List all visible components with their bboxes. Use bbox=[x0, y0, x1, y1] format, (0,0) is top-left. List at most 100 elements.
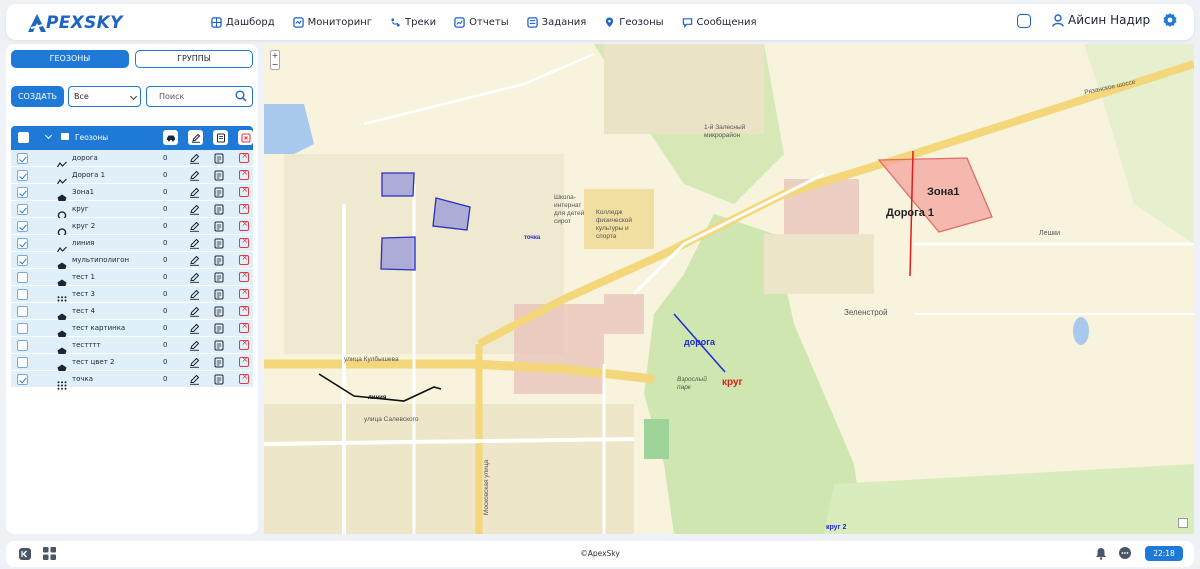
edit-pencil-icon[interactable] bbox=[189, 357, 200, 368]
geozone-row[interactable]: Зона1 0 bbox=[11, 184, 253, 203]
map-corner-button[interactable] bbox=[1178, 518, 1188, 528]
chat-bubble-icon[interactable] bbox=[1017, 10, 1031, 28]
document-icon[interactable] bbox=[214, 374, 224, 385]
nav-messages[interactable]: Сообщения bbox=[682, 17, 757, 28]
edit-pencil-icon[interactable] bbox=[189, 306, 200, 317]
apexsky-logo[interactable]: PEXSKY bbox=[26, 12, 123, 34]
geozone-checkbox[interactable] bbox=[17, 187, 28, 198]
edit-pencil-icon[interactable] bbox=[189, 374, 200, 385]
edit-pencil-icon[interactable] bbox=[189, 255, 200, 266]
filter-select[interactable]: Все bbox=[68, 86, 141, 107]
geozone-checkbox[interactable] bbox=[17, 221, 28, 232]
edit-pencil-icon[interactable] bbox=[189, 323, 200, 334]
create-button[interactable]: СОЗДАТЬ bbox=[11, 86, 64, 107]
geozone-row[interactable]: мультиполигон 0 bbox=[11, 252, 253, 271]
document-icon[interactable] bbox=[214, 170, 224, 181]
geozone-checkbox[interactable] bbox=[17, 153, 28, 164]
nav-reports[interactable]: Отчеты bbox=[454, 17, 509, 28]
delete-icon[interactable] bbox=[239, 304, 249, 316]
geozone-row[interactable]: Дорога 1 0 bbox=[11, 167, 253, 185]
geozone-checkbox[interactable] bbox=[17, 170, 28, 181]
document-icon[interactable] bbox=[214, 272, 224, 283]
delete-icon[interactable] bbox=[239, 168, 249, 180]
edit-pencil-icon[interactable] bbox=[189, 204, 200, 215]
document-icon[interactable] bbox=[214, 323, 224, 334]
document-icon[interactable] bbox=[214, 255, 224, 266]
delete-icon[interactable] bbox=[239, 338, 249, 350]
geozone-row[interactable]: точка 0 bbox=[11, 371, 253, 390]
document-icon[interactable] bbox=[214, 289, 224, 300]
geozone-row[interactable]: тест картинка 0 bbox=[11, 320, 253, 339]
delete-all-icon[interactable] bbox=[238, 130, 253, 145]
tab-geozones[interactable]: ГЕОЗОНЫ bbox=[11, 50, 129, 68]
document-icon[interactable] bbox=[214, 221, 224, 232]
edit-pencil-icon[interactable] bbox=[188, 130, 203, 145]
document-icon[interactable] bbox=[214, 306, 224, 317]
geozone-checkbox[interactable] bbox=[17, 272, 28, 283]
edit-pencil-icon[interactable] bbox=[189, 187, 200, 198]
edit-pencil-icon[interactable] bbox=[189, 238, 200, 249]
nav-geozones[interactable]: Геозоны bbox=[604, 17, 664, 28]
geozone-checkbox[interactable] bbox=[17, 306, 28, 317]
map-view[interactable]: + − Зона1 Дорога 1 дорога круг круг 2 ли… bbox=[264, 44, 1194, 534]
document-icon[interactable] bbox=[213, 130, 228, 145]
document-icon[interactable] bbox=[214, 204, 224, 215]
settings-gear-icon[interactable] bbox=[1162, 12, 1178, 28]
select-all-checkbox[interactable] bbox=[18, 132, 29, 143]
zoom-in-button[interactable]: + bbox=[271, 51, 279, 60]
delete-icon[interactable] bbox=[239, 202, 249, 214]
delete-icon[interactable] bbox=[239, 355, 249, 367]
notification-bell-icon[interactable] bbox=[1095, 547, 1107, 560]
edit-pencil-icon[interactable] bbox=[189, 289, 200, 300]
delete-icon[interactable] bbox=[239, 270, 249, 282]
search-input[interactable]: Поиск bbox=[146, 86, 253, 107]
delete-icon[interactable] bbox=[239, 321, 249, 333]
document-icon[interactable] bbox=[214, 340, 224, 351]
geozone-checkbox[interactable] bbox=[17, 374, 28, 385]
edit-pencil-icon[interactable] bbox=[189, 221, 200, 232]
geozone-row[interactable]: дорога 0 bbox=[11, 150, 253, 168]
document-icon[interactable] bbox=[214, 187, 224, 198]
geozone-row[interactable]: круг 2 0 bbox=[11, 218, 253, 237]
edit-pencil-icon[interactable] bbox=[189, 272, 200, 283]
delete-icon[interactable] bbox=[239, 151, 249, 163]
geozone-row[interactable]: круг 0 bbox=[11, 201, 253, 220]
delete-icon[interactable] bbox=[239, 372, 249, 384]
geozone-checkbox[interactable] bbox=[17, 238, 28, 249]
nav-dashboard[interactable]: Дашборд bbox=[211, 17, 275, 28]
document-icon[interactable] bbox=[214, 153, 224, 164]
geozone-checkbox[interactable] bbox=[17, 255, 28, 266]
nav-tasks[interactable]: Задания bbox=[526, 17, 586, 28]
delete-icon[interactable] bbox=[239, 185, 249, 197]
user-menu[interactable]: Айсин Надир bbox=[1052, 13, 1150, 27]
geozone-row[interactable]: тестттт 0 bbox=[11, 337, 253, 356]
delete-icon[interactable] bbox=[239, 236, 249, 248]
chevron-down-icon[interactable] bbox=[44, 131, 53, 140]
geozone-row[interactable]: тест 3 0 bbox=[11, 286, 253, 305]
delete-icon[interactable] bbox=[239, 287, 249, 299]
map-base[interactable] bbox=[264, 44, 1194, 534]
document-icon[interactable] bbox=[214, 357, 224, 368]
document-icon[interactable] bbox=[214, 238, 224, 249]
geozone-checkbox[interactable] bbox=[17, 289, 28, 300]
edit-pencil-icon[interactable] bbox=[189, 340, 200, 351]
geozone-row[interactable]: тест 1 0 bbox=[11, 269, 253, 288]
delete-icon[interactable] bbox=[239, 219, 249, 231]
edit-pencil-icon[interactable] bbox=[189, 153, 200, 164]
nav-tracks[interactable]: Треки bbox=[390, 17, 436, 28]
geozone-row[interactable]: тест 4 0 bbox=[11, 303, 253, 322]
edit-pencil-icon[interactable] bbox=[189, 170, 200, 181]
geozone-row[interactable]: тест цвет 2 0 bbox=[11, 354, 253, 373]
chat-icon[interactable] bbox=[1118, 546, 1132, 560]
geozone-checkbox[interactable] bbox=[17, 323, 28, 334]
nav-monitoring[interactable]: Мониторинг bbox=[292, 17, 372, 28]
geozone-checkbox[interactable] bbox=[17, 340, 28, 351]
tab-groups[interactable]: ГРУППЫ bbox=[135, 50, 253, 68]
delete-icon[interactable] bbox=[239, 253, 249, 265]
search-icon[interactable] bbox=[235, 90, 247, 102]
geozone-checkbox[interactable] bbox=[17, 204, 28, 215]
geozone-row[interactable]: линия 0 bbox=[11, 235, 253, 253]
car-icon[interactable] bbox=[163, 130, 178, 145]
geozone-checkbox[interactable] bbox=[17, 357, 28, 368]
zoom-out-button[interactable]: − bbox=[271, 60, 279, 69]
